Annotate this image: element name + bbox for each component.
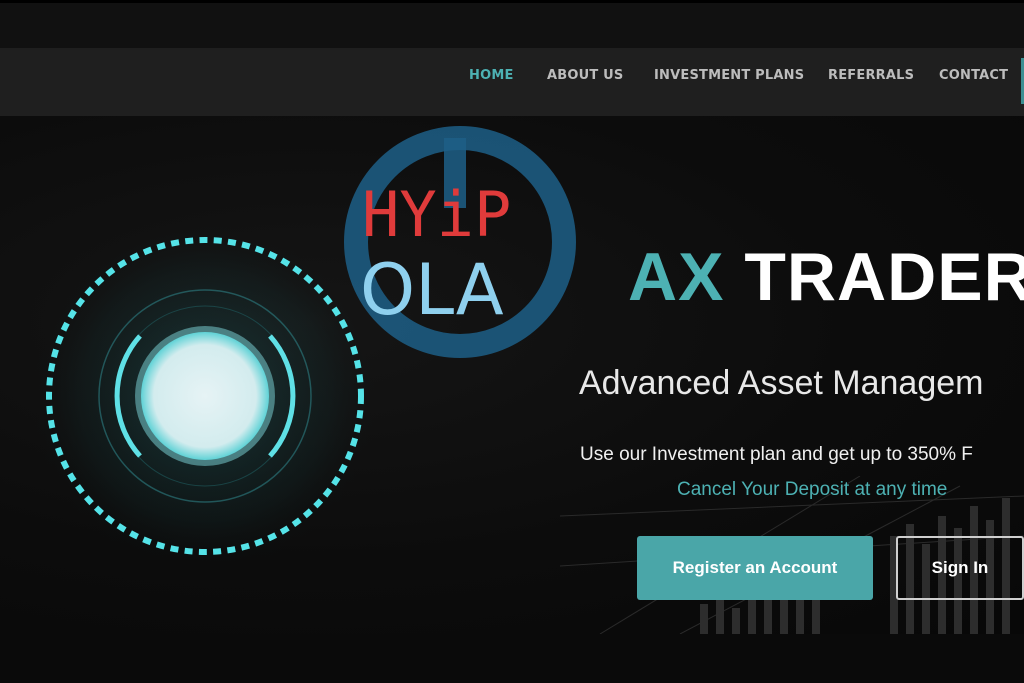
glowing-circle-icon <box>25 216 385 576</box>
hero-title-main: TRADER <box>744 239 1024 315</box>
hero-note: Cancel Your Deposit at any time <box>677 479 948 500</box>
hero-subtitle: Advanced Asset Managem <box>579 364 984 402</box>
hero-tagline: Use our Investment plan and get up to 35… <box>580 444 973 465</box>
sign-in-button[interactable]: Sign In <box>896 536 1024 600</box>
hero-title: AX TRADER <box>628 238 1024 316</box>
main-navbar: HOME ABOUT US INVESTMENT PLANS REFERRALS… <box>0 48 1024 116</box>
bottom-band <box>0 634 1024 683</box>
watermark-line2: OLA <box>360 249 504 331</box>
hero-section: HYiP OLA AX TRADER Advanced Asset Manage… <box>0 116 1024 634</box>
nav-home[interactable]: HOME <box>469 68 514 84</box>
nav-investment-plans[interactable]: INVESTMENT PLANS <box>654 68 804 84</box>
top-band <box>0 0 1024 48</box>
nav-about-us[interactable]: ABOUT US <box>547 68 624 84</box>
nav-contact[interactable]: CONTACT <box>939 68 1008 84</box>
register-button[interactable]: Register an Account <box>637 536 873 600</box>
hyipola-watermark-logo: HYiP OLA <box>344 126 576 358</box>
nav-referrals[interactable]: REFERRALS <box>828 68 914 84</box>
hero-title-accent: AX <box>628 239 725 315</box>
watermark-line1: HYiP <box>362 178 511 251</box>
